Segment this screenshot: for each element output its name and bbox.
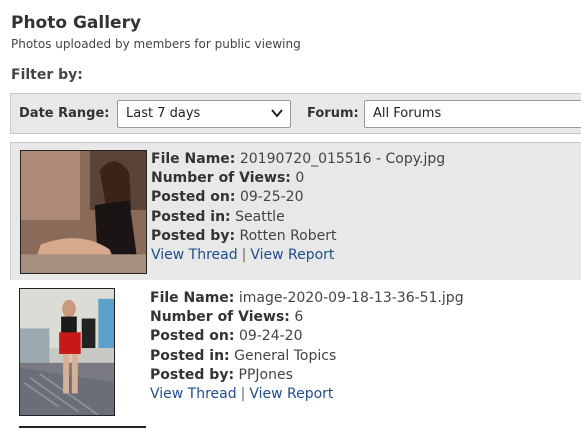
posted-on-value: 09-24-20: [238, 328, 303, 345]
date-range-select[interactable]: Last 7 days: [117, 100, 291, 128]
views-value: 6: [294, 309, 304, 326]
date-range-value: Last 7 days: [126, 106, 201, 121]
posted-by-value: Rotten Robert: [239, 227, 337, 244]
gallery-item: File Name: image-2020-09-18-13-36-51.jpg…: [10, 280, 581, 422]
chevron-down-icon: [271, 109, 283, 118]
views-value: 0: [295, 170, 305, 187]
view-report-link[interactable]: View Report: [249, 386, 333, 402]
posted-in-label: Posted in:: [150, 347, 230, 364]
posted-by-value: PPJones: [238, 366, 293, 383]
forum-value: All Forums: [373, 106, 442, 121]
page-subtitle: Photos uploaded by members for public vi…: [11, 37, 301, 51]
posted-in-value: General Topics: [234, 347, 337, 364]
views-label: Number of Views:: [151, 170, 291, 187]
date-range-label: Date Range:: [19, 106, 110, 121]
photo-image: [21, 151, 146, 273]
photo-gallery-page: Photo Gallery Photos uploaded by members…: [0, 0, 581, 430]
photo-thumbnail[interactable]: [19, 288, 115, 416]
gallery-item: File Name: 20190720_015516 - Copy.jpg Nu…: [10, 142, 581, 280]
posted-on-value: 09-25-20: [239, 189, 304, 206]
view-thread-link[interactable]: View Thread: [151, 247, 238, 263]
file-name-label: File Name:: [151, 151, 236, 167]
page-title: Photo Gallery: [11, 13, 142, 33]
view-report-link[interactable]: View Report: [250, 247, 334, 263]
posted-in-label: Posted in:: [151, 208, 231, 225]
file-name-value: 20190720_015516 - Copy.jpg: [239, 151, 446, 167]
posted-on-label: Posted on:: [150, 328, 235, 345]
next-item-thumbnail-edge: [19, 426, 146, 430]
posted-in-value: Seattle: [235, 208, 285, 225]
posted-by-label: Posted by:: [150, 366, 235, 383]
posted-by-label: Posted by:: [151, 227, 236, 244]
view-thread-link[interactable]: View Thread: [150, 386, 237, 402]
filter-heading: Filter by:: [11, 67, 83, 83]
forum-label: Forum:: [307, 106, 359, 121]
file-name-value: image-2020-09-18-13-36-51.jpg: [238, 290, 464, 306]
forum-select[interactable]: All Forums: [364, 100, 581, 128]
filter-bar: Date Range: Last 7 days Forum: All Forum…: [10, 93, 581, 134]
posted-on-label: Posted on:: [151, 189, 236, 206]
photo-details: File Name: 20190720_015516 - Copy.jpg Nu…: [151, 150, 445, 265]
views-label: Number of Views:: [150, 309, 290, 326]
photo-image: [20, 289, 114, 415]
file-name-label: File Name:: [150, 290, 235, 306]
link-separator: |: [240, 386, 246, 403]
link-separator: |: [241, 247, 247, 264]
photo-details: File Name: image-2020-09-18-13-36-51.jpg…: [150, 289, 464, 404]
photo-thumbnail[interactable]: [20, 150, 147, 274]
